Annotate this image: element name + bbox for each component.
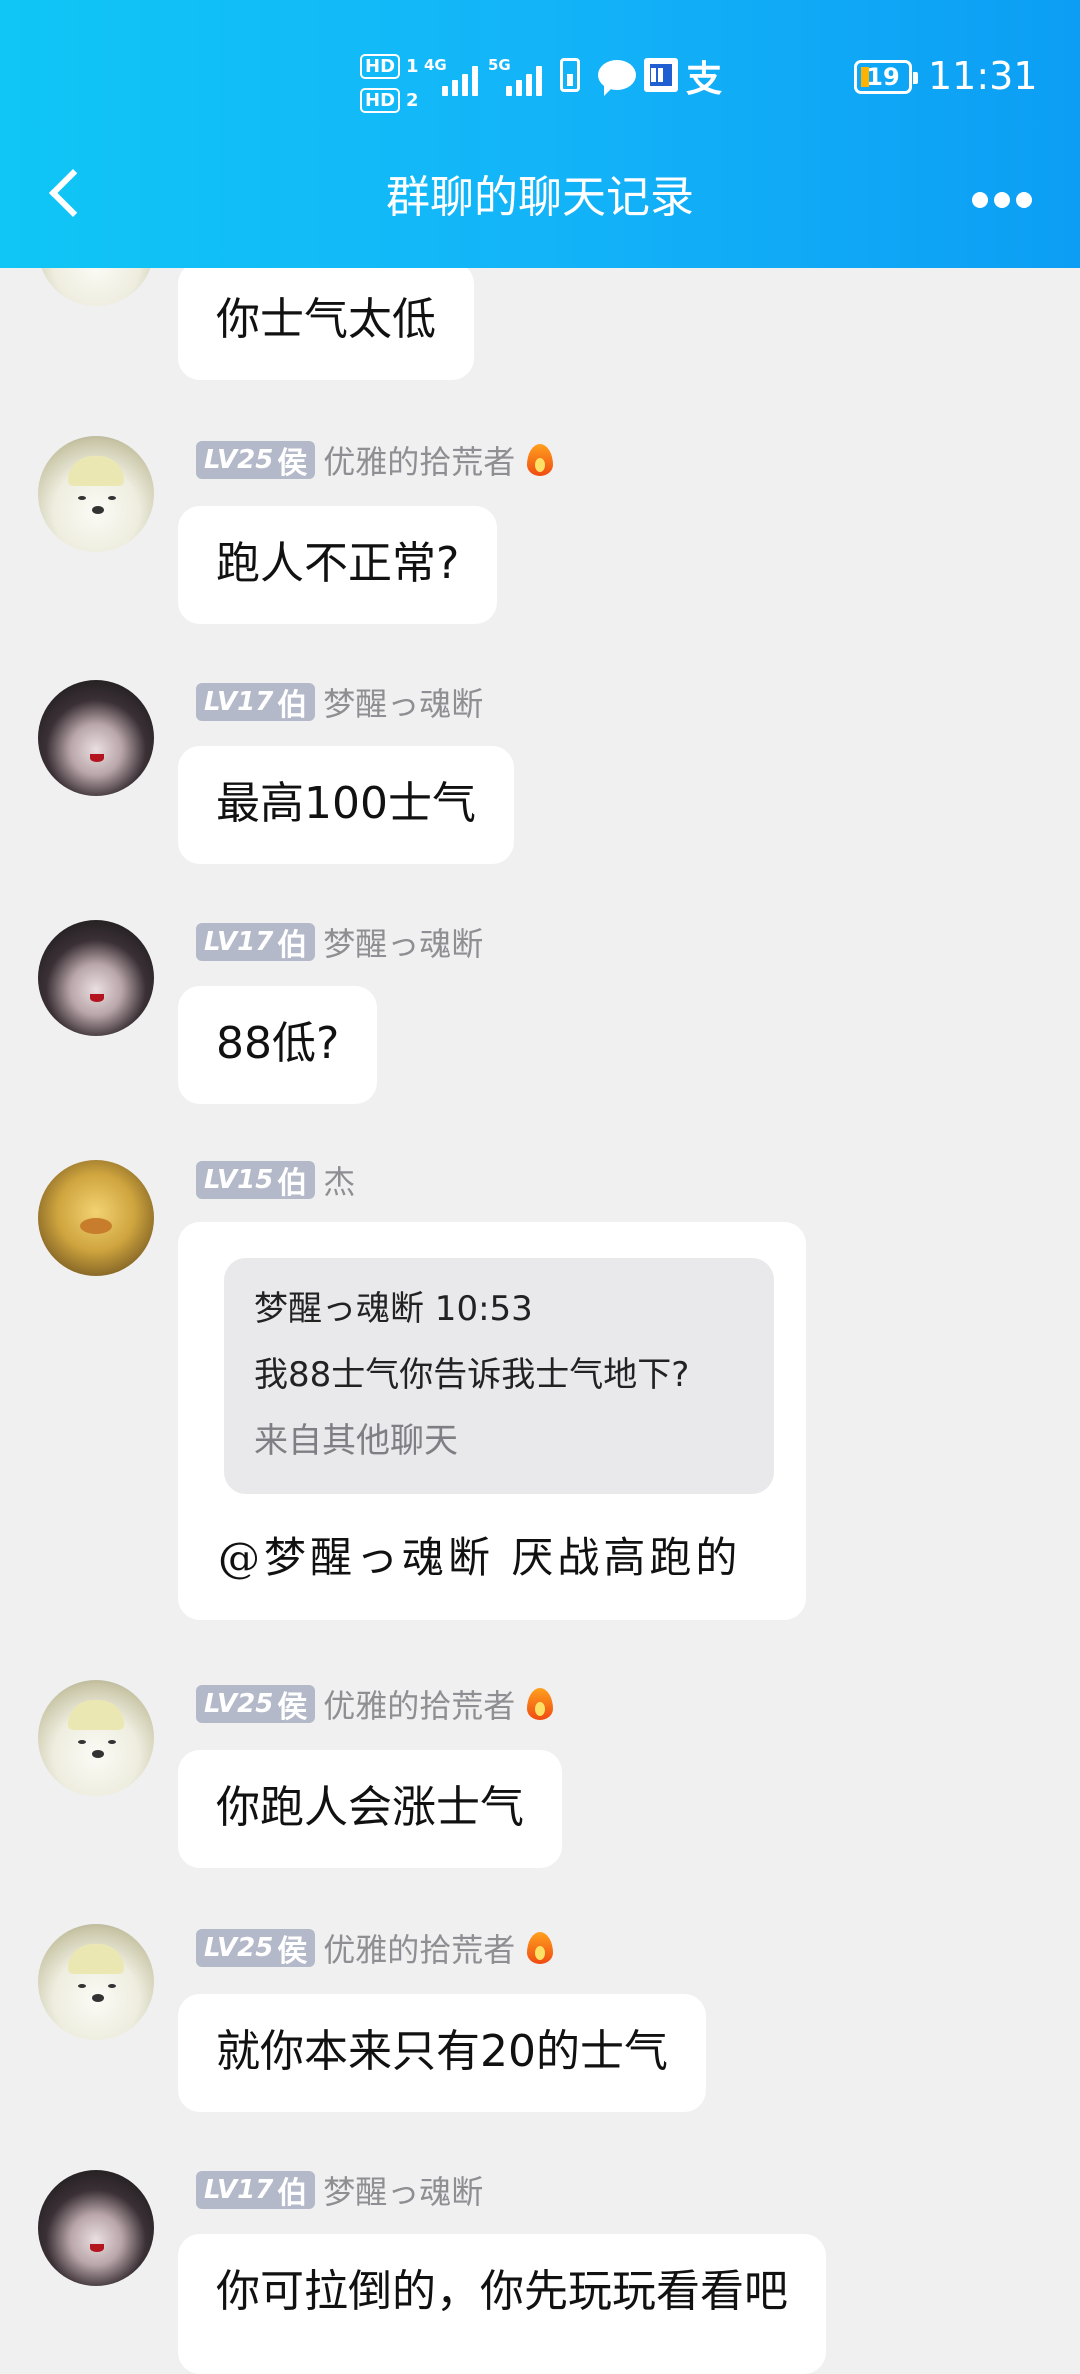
chat-history[interactable]: 你士气太低 LV25 侯 优雅的拾荒者 跑人不正常? LV17 伯 梦醒っ魂断 最高…	[0, 0, 1080, 2374]
sim-indicators: HD 1 HD 2	[360, 50, 419, 118]
flame-icon	[527, 444, 554, 476]
battery-icon: 19	[854, 60, 918, 94]
sender-name[interactable]: 梦醒っ魂断	[323, 919, 483, 965]
level-badge: LV25 侯	[196, 1929, 316, 1969]
flame-icon	[527, 1688, 554, 1720]
avatar[interactable]	[38, 1924, 154, 2040]
signal-4g-icon: 4G	[424, 56, 480, 96]
app-notification-icon	[644, 58, 678, 92]
sender-line: LV17 伯 梦醒っ魂断	[196, 2167, 483, 2213]
reply-message-card[interactable]: 梦醒っ魂断 10:53 我88士气你告诉我士气地下? 来自其他聊天 @梦醒っ魂断…	[178, 1222, 806, 1620]
message-text: @梦醒っ魂断 厌战高跑的	[218, 1533, 742, 1582]
sim1-indicator: HD 1	[360, 50, 419, 84]
message-bubble[interactable]: 你跑人会涨士气	[178, 1750, 562, 1868]
sender-line: LV15 伯 杰	[196, 1157, 355, 1203]
message-bubble[interactable]: 就你本来只有20的士气	[178, 1994, 706, 2112]
avatar[interactable]	[38, 436, 154, 552]
avatar[interactable]	[38, 680, 154, 796]
status-bar: HD 1 HD 2 4G 5G 支 19 11:31	[0, 0, 1080, 150]
message-bubble[interactable]: 跑人不正常?	[178, 506, 498, 624]
avatar[interactable]	[38, 2170, 154, 2286]
sim2-indicator: HD 2	[360, 84, 419, 118]
sender-name[interactable]: 梦醒っ魂断	[323, 679, 483, 725]
flame-icon	[527, 1932, 554, 1964]
sender-line: LV17 伯 梦醒っ魂断	[196, 919, 483, 965]
level-badge: LV17 伯	[196, 683, 316, 723]
top-bar: HD 1 HD 2 4G 5G 支 19 11:31 群聊的聊天记录	[0, 0, 1080, 268]
sender-line: LV17 伯 梦醒っ魂断	[196, 679, 483, 725]
sender-name[interactable]: 优雅的拾荒者	[323, 437, 515, 483]
avatar[interactable]	[38, 1160, 154, 1276]
signal-5g-icon: 5G	[488, 56, 544, 96]
level-badge: LV25 侯	[196, 441, 316, 481]
message-bubble[interactable]: 你可拉倒的，你先玩玩看看吧	[178, 2234, 826, 2374]
quoted-message[interactable]: 梦醒っ魂断 10:53 我88士气你告诉我士气地下? 来自其他聊天	[224, 1258, 774, 1494]
avatar[interactable]	[38, 920, 154, 1036]
alipay-icon: 支	[686, 59, 723, 100]
level-badge: LV25 侯	[196, 1685, 316, 1725]
avatar[interactable]	[38, 1680, 154, 1796]
quoted-text: 我88士气你告诉我士气地下?	[254, 1355, 690, 1395]
message-notification-icon	[598, 60, 636, 96]
sender-name[interactable]: 杰	[323, 1157, 355, 1203]
quoted-sender-time: 梦醒っ魂断 10:53	[254, 1289, 533, 1329]
more-horizontal-icon[interactable]	[962, 178, 1042, 218]
page-title: 群聊的聊天记录	[386, 172, 694, 223]
sender-name[interactable]: 梦醒っ魂断	[323, 2167, 483, 2213]
message-bubble[interactable]: 最高100士气	[178, 746, 514, 864]
level-badge: LV15 伯	[196, 1161, 316, 1201]
sender-line: LV25 侯 优雅的拾荒者	[196, 1681, 554, 1727]
message-bubble[interactable]: 你士气太低	[178, 262, 474, 380]
clock: 11:31	[928, 54, 1038, 98]
level-badge: LV17 伯	[196, 2171, 316, 2211]
sender-line: LV25 侯 优雅的拾荒者	[196, 437, 554, 483]
sender-name[interactable]: 优雅的拾荒者	[323, 1925, 515, 1971]
message-bubble[interactable]: 88低?	[178, 986, 378, 1104]
quoted-source: 来自其他聊天	[254, 1421, 458, 1461]
level-badge: LV17 伯	[196, 923, 316, 963]
sender-line: LV25 侯 优雅的拾荒者	[196, 1925, 554, 1971]
sender-name[interactable]: 优雅的拾荒者	[323, 1681, 515, 1727]
battery-saver-icon	[560, 58, 580, 92]
